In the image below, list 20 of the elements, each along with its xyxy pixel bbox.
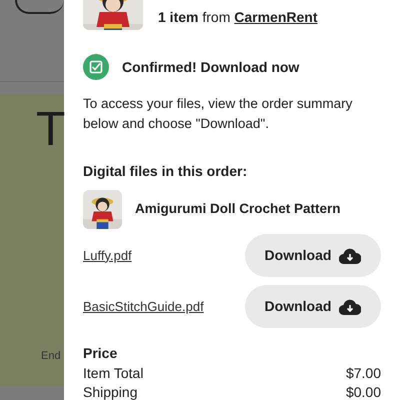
cloud-download-icon [339,248,362,264]
instructions-text: To access your files, view the order summary below and choose "Download". [83,95,354,133]
price-value: $7.00 [346,364,381,383]
price-label: Shipping [83,383,138,400]
shop-link[interactable]: CarmenRent [234,9,318,25]
download-button[interactable]: Download [245,285,381,328]
footer-text: End [41,348,62,364]
confirmation-title: Confirmed! Download now [122,58,300,76]
file-link[interactable]: Luffy.pdf [83,246,132,266]
product-title: Amigurumi Doll Crochet Pattern [135,200,341,218]
order-summary: 1 item from CarmenRent [158,8,318,27]
outline-button[interactable] [15,0,64,14]
checkbox-icon [83,54,109,80]
download-button[interactable]: Download [245,234,381,277]
price-label: Item Total [83,364,144,383]
section-title: Digital files in this order: [83,162,248,181]
file-link[interactable]: BasicStitchGuide.pdf [83,296,204,316]
price-value: $0.00 [346,383,381,400]
cloud-download-icon [339,298,362,314]
price-title: Price [83,344,118,363]
